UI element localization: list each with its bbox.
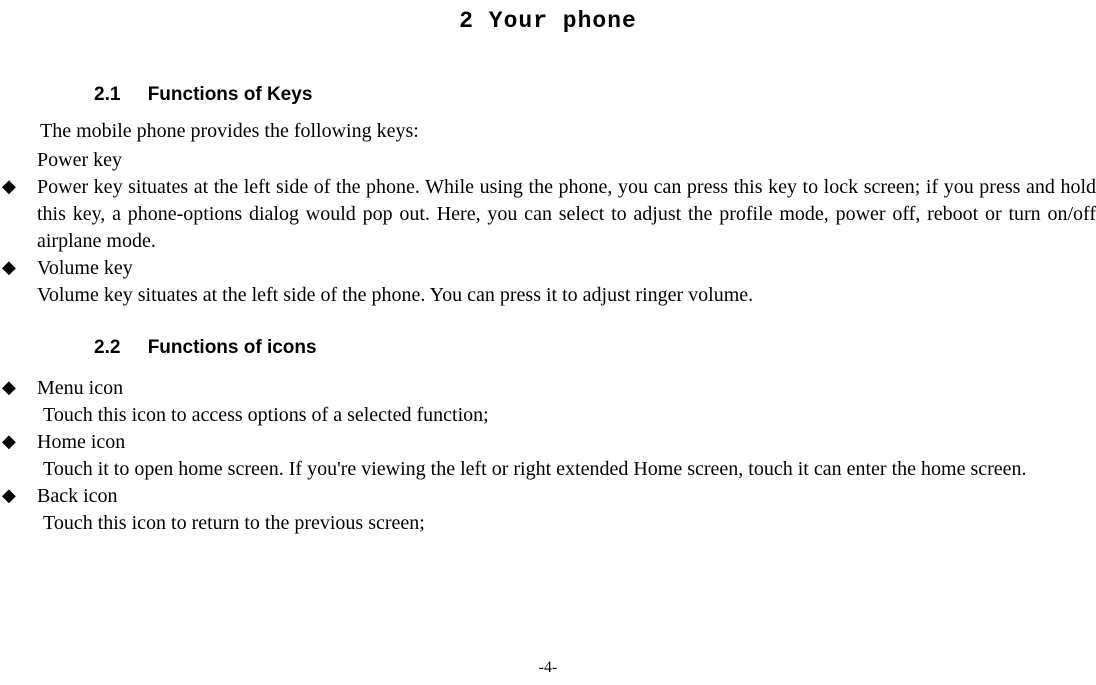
back-icon-label: Back icon xyxy=(37,483,1096,510)
menu-icon-description: Touch this icon to access options of a s… xyxy=(43,402,1096,429)
back-icon-description: Touch this icon to return to the previou… xyxy=(43,510,1096,537)
section-heading-2-2: 2.2 Functions of icons xyxy=(94,337,1096,359)
power-key-description: Power key situates at the left side of t… xyxy=(37,174,1096,255)
diamond-bullet-icon: ◆ xyxy=(2,486,16,504)
chapter-number: 2 xyxy=(459,8,474,34)
power-key-label: Power key xyxy=(37,147,1096,174)
menu-icon-label: Menu icon xyxy=(37,375,1096,402)
list-item: ◆ Back icon Touch this icon to return to… xyxy=(0,483,1096,537)
diamond-bullet-icon: ◆ xyxy=(2,177,16,195)
diamond-bullet-icon: ◆ xyxy=(2,258,16,276)
section-number: 2.2 xyxy=(94,337,120,358)
diamond-bullet-icon: ◆ xyxy=(2,432,16,450)
chapter-title-text: Your phone xyxy=(489,8,637,34)
diamond-bullet-icon: ◆ xyxy=(2,378,16,396)
volume-key-label: Volume key xyxy=(37,255,1096,282)
home-icon-label: Home icon xyxy=(37,429,1096,456)
list-item: ◆ Menu icon Touch this icon to access op… xyxy=(0,375,1096,429)
chapter-title: 2 Your phone xyxy=(0,8,1096,34)
list-item: ◆ Power key situates at the left side of… xyxy=(0,174,1096,255)
section-title: Functions of icons xyxy=(148,337,317,358)
list-item: ◆ Home icon Touch it to open home screen… xyxy=(0,429,1096,483)
section-title: Functions of Keys xyxy=(148,84,313,105)
section-number: 2.1 xyxy=(94,84,120,105)
section-intro: The mobile phone provides the following … xyxy=(40,118,1096,145)
page-number: -4- xyxy=(0,659,1096,677)
section-heading-2-1: 2.1 Functions of Keys xyxy=(94,84,1096,106)
home-icon-description: Touch it to open home screen. If you're … xyxy=(43,456,1096,483)
volume-key-description: Volume key situates at the left side of … xyxy=(37,282,1096,309)
list-item: ◆ Volume key Volume key situates at the … xyxy=(0,255,1096,309)
